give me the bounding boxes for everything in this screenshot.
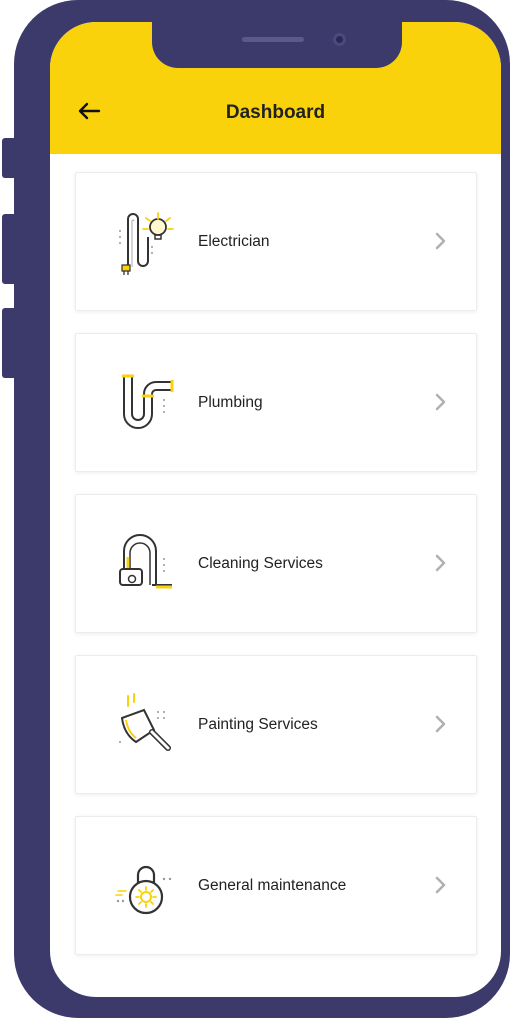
chevron-right-icon (435, 715, 446, 733)
service-label: Plumbing (198, 393, 263, 411)
chevron-right-icon (435, 393, 446, 411)
service-card-painting[interactable]: Painting Services (75, 655, 477, 794)
service-label: Cleaning Services (198, 554, 323, 572)
page-title: Dashboard (225, 102, 326, 123)
phone-notch (152, 22, 402, 68)
service-label: Painting Services (198, 715, 318, 733)
chevron-right-icon (435, 876, 446, 894)
plumbing-icon (122, 374, 174, 429)
service-card-general-maintenance[interactable]: General maintenance (75, 816, 477, 955)
service-label: General maintenance (198, 876, 347, 894)
chevron-right-icon (435, 554, 446, 572)
phone-frame: Dashboard Electrician Plumbing Cleaning … (14, 0, 510, 1018)
service-card-cleaning[interactable]: Cleaning Services (75, 494, 477, 633)
maintenance-icon (115, 865, 172, 915)
electrician-icon (119, 212, 174, 275)
speaker (242, 37, 304, 42)
service-label: Electrician (198, 232, 270, 250)
service-list: Electrician Plumbing Cleaning Services P… (75, 172, 477, 977)
vacuum-icon (119, 534, 172, 589)
app-screen: Dashboard Electrician Plumbing Cleaning … (50, 22, 501, 997)
service-card-plumbing[interactable]: Plumbing (75, 333, 477, 472)
camera (333, 33, 346, 46)
service-card-electrician[interactable]: Electrician (75, 172, 477, 311)
paint-brush-icon (119, 693, 171, 751)
chevron-right-icon (435, 232, 446, 250)
